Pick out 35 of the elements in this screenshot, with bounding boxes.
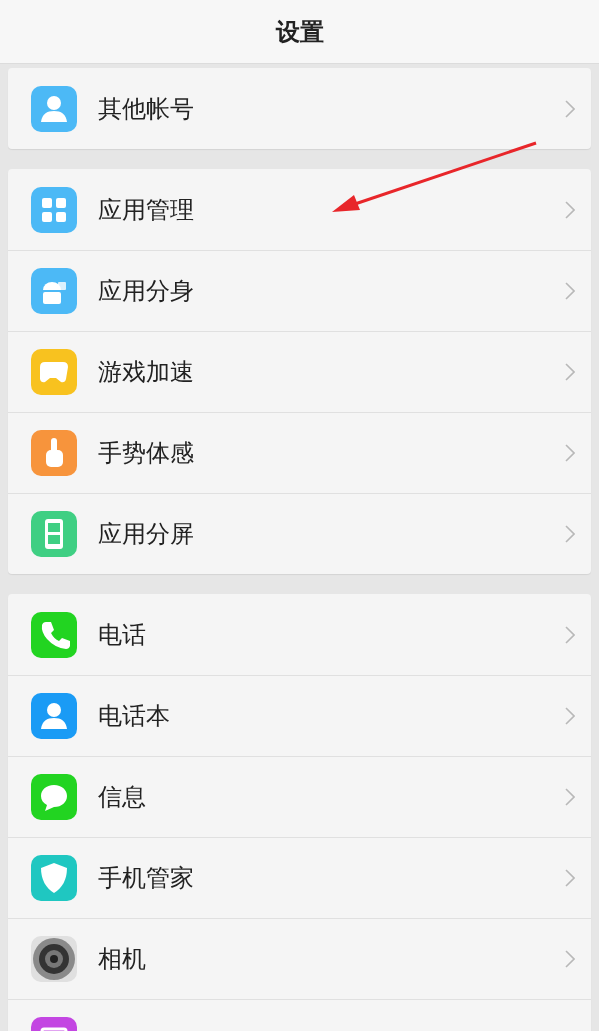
row-label: 电话 xyxy=(98,619,147,651)
chevron-icon xyxy=(565,525,575,543)
chevron-icon xyxy=(565,788,575,806)
settings-row[interactable]: 信息 xyxy=(8,756,591,837)
page-title: 设置 xyxy=(275,16,324,48)
settings-row[interactable]: 手机管家 xyxy=(8,837,591,918)
row-label: 游戏加速 xyxy=(98,357,195,388)
chevron-icon xyxy=(565,282,575,300)
row-label: 其他帐号 xyxy=(98,93,195,125)
row-label: 手机管家 xyxy=(98,863,195,894)
row-label: 应用管理 xyxy=(98,194,195,226)
row-label: 相机 xyxy=(98,944,147,975)
camera-icon xyxy=(31,936,77,982)
chevron-icon xyxy=(565,869,575,887)
chevron-icon xyxy=(565,625,575,644)
settings-row[interactable]: 其他帐号 xyxy=(8,68,591,149)
chevron-icon xyxy=(565,950,575,968)
chevron-icon xyxy=(565,200,575,219)
settings-row[interactable]: 手势体感 xyxy=(8,412,591,493)
settings-row[interactable]: 电话 xyxy=(8,594,591,675)
settings-row[interactable]: 应用分屏 xyxy=(8,493,591,574)
settings-row[interactable]: 应用分身 xyxy=(8,250,591,331)
chevron-icon xyxy=(565,363,575,381)
settings-row[interactable]: 电话本 xyxy=(8,675,591,756)
row-label: 信息 xyxy=(98,782,147,813)
row-label: 手势体感 xyxy=(98,438,195,469)
chevron-icon xyxy=(565,707,575,725)
settings-row[interactable]: 游戏加速 xyxy=(8,331,591,412)
row-label: 应用分身 xyxy=(98,276,195,307)
settings-row[interactable]: 应用管理 xyxy=(8,169,591,250)
row-label: 电话本 xyxy=(98,701,171,732)
settings-row[interactable]: 相机 xyxy=(8,918,591,999)
chevron-icon xyxy=(565,444,575,462)
row-label: 应用分屏 xyxy=(98,519,195,550)
chevron-icon xyxy=(565,99,575,118)
